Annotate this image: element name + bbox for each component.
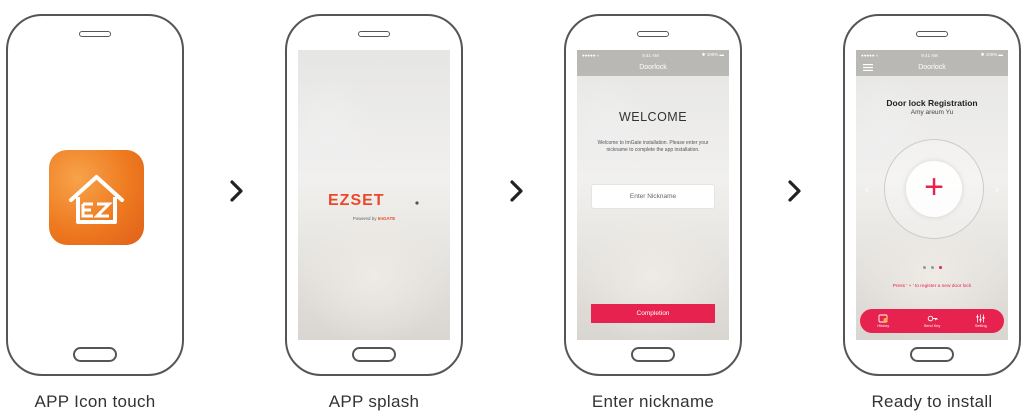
powered-by-label: Powered by ImGATE xyxy=(298,216,450,221)
svg-text:EZSET: EZSET xyxy=(328,192,385,206)
page-dot xyxy=(922,266,926,269)
battery-indicator: ✱ 100% ▬ xyxy=(701,52,724,57)
phone-speaker xyxy=(358,31,390,37)
plus-icon[interactable]: + xyxy=(906,161,962,217)
powered-prefix: Powered by xyxy=(352,216,377,221)
sliders-icon xyxy=(976,314,985,323)
splash-screen: EZSET Powered by ImGATE xyxy=(298,50,450,340)
page-dot-active xyxy=(938,266,942,269)
completion-button[interactable]: Completion xyxy=(591,304,715,323)
home-button[interactable] xyxy=(352,347,396,362)
home-screen xyxy=(19,50,171,340)
signal-indicator: ●●●●● ≈ xyxy=(861,52,879,58)
caption-4: Ready to install xyxy=(871,392,993,411)
press-hint: Press ' + ' to register a new door lock xyxy=(892,284,972,289)
chevron-right-icon xyxy=(230,180,243,202)
status-time: 9:41 AM xyxy=(642,52,659,58)
chevron-right-icon xyxy=(788,180,801,202)
ezset-logo: EZSET xyxy=(298,192,450,211)
chevron-right-icon xyxy=(510,180,523,202)
welcome-description: Welcome to ImGate installation. Please e… xyxy=(597,140,709,153)
phone-registration: ●●●●● ≈ 9:41 AM ✱ 100% ▬ Doorlock Door l… xyxy=(843,14,1021,376)
nickname-input[interactable]: Enter Nickname xyxy=(591,184,715,209)
tab-send-key-label: Send Key xyxy=(923,324,941,328)
page-indicator xyxy=(856,266,1008,269)
ezset-app-icon[interactable] xyxy=(49,150,144,245)
nav-title: Doorlock xyxy=(639,64,667,71)
user-name: Amy areum Yu xyxy=(910,109,954,116)
phone-app-icon xyxy=(6,14,184,376)
status-bar: ●●●●● ≈ 9:41 AM ✱ 100% ▬ xyxy=(577,50,729,60)
phone-nickname: ●●●●● ≈ 9:41 AM ✱ 100% ▬ Doorlock WELCOM… xyxy=(564,14,742,376)
caption-1: APP Icon touch xyxy=(34,392,156,411)
registration-screen: ●●●●● ≈ 9:41 AM ✱ 100% ▬ Doorlock Door l… xyxy=(856,50,1008,340)
house-ez-icon xyxy=(69,175,124,224)
home-button[interactable] xyxy=(631,347,675,362)
nickname-screen: ●●●●● ≈ 9:41 AM ✱ 100% ▬ Doorlock WELCOM… xyxy=(577,50,729,340)
tab-send-key[interactable]: Send Key xyxy=(924,314,940,328)
home-button[interactable] xyxy=(73,347,117,362)
phone-speaker xyxy=(916,31,948,37)
registration-title: Door lock Registration xyxy=(886,98,978,108)
phone-speaker xyxy=(637,31,669,37)
imgate-brand: ImGATE xyxy=(377,216,396,221)
battery-indicator: ✱ 100% ▬ xyxy=(980,52,1003,57)
caption-3: Enter nickname xyxy=(591,392,715,411)
chevron-left-icon[interactable]: ‹ xyxy=(865,182,869,196)
tab-setting-label: Setting xyxy=(974,324,987,328)
signal-indicator: ●●●●● ≈ xyxy=(582,52,600,58)
history-icon xyxy=(878,314,888,323)
status-time: 9:41 AM xyxy=(921,52,938,58)
tab-setting[interactable]: Setting xyxy=(975,314,987,328)
tab-history-label: History xyxy=(877,324,890,328)
status-bar: ●●●●● ≈ 9:41 AM ✱ 100% ▬ xyxy=(856,50,1008,60)
home-button[interactable] xyxy=(910,347,954,362)
nav-title: Doorlock xyxy=(918,64,946,71)
phone-splash: EZSET Powered by ImGATE xyxy=(285,14,463,376)
tab-history[interactable]: History xyxy=(877,314,889,328)
page-dot xyxy=(930,266,934,269)
caption-2: APP splash xyxy=(328,392,420,411)
phone-speaker xyxy=(79,31,111,37)
welcome-title: WELCOME xyxy=(618,110,688,124)
key-icon xyxy=(927,315,937,322)
chevron-right-icon[interactable]: › xyxy=(995,182,999,196)
bottom-tab-bar: History Send Key Setting xyxy=(860,309,1004,333)
